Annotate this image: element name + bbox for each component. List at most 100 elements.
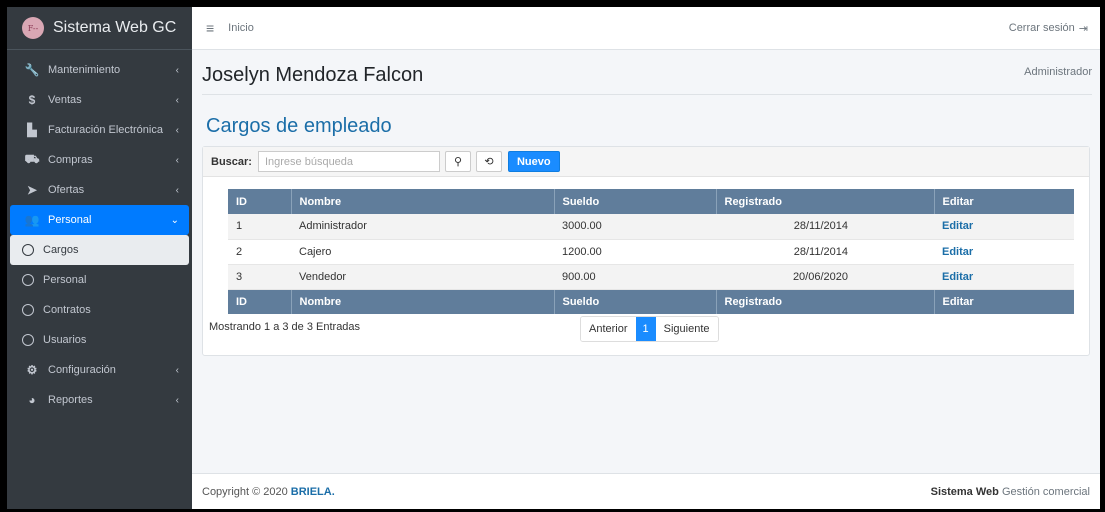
cell-registrado: 20/06/2020 xyxy=(716,264,934,290)
brand[interactable]: F-- Sistema Web GC xyxy=(7,7,192,50)
cell-nombre: Cajero xyxy=(291,239,554,265)
hamburger-menu-icon[interactable]: ≡ xyxy=(206,20,214,36)
sign-out-icon: ⇥ xyxy=(1078,22,1088,35)
cell-editar: Editar xyxy=(934,264,1074,290)
cell-editar: Editar xyxy=(934,239,1074,265)
footer-brand-link[interactable]: BRIELA. xyxy=(291,486,335,498)
chevron-left-icon: ‹ xyxy=(175,394,179,406)
sidebar-nav: 🔧 Mantenimiento ‹ $ Ventas ‹ ▙ Facturaci… xyxy=(7,50,192,415)
sidebar-subitem-usuarios[interactable]: Usuarios xyxy=(10,325,189,355)
sidebar-item-label: Reportes xyxy=(48,394,93,406)
column-footer-id: ID xyxy=(228,289,292,314)
sidebar-item-mantenimiento[interactable]: 🔧 Mantenimiento ‹ xyxy=(10,55,189,85)
sidebar-item-reportes[interactable]: ◕ Reportes ‹ xyxy=(10,385,189,415)
chevron-left-icon: ‹ xyxy=(175,124,179,136)
sidebar-subitem-label: Contratos xyxy=(43,304,91,316)
table-row: 2 Cajero 1200.00 28/11/2014 Editar xyxy=(228,239,1074,265)
circle-icon xyxy=(22,274,34,286)
column-header-sueldo[interactable]: Sueldo xyxy=(554,189,717,214)
table-row: 1 Administrador 3000.00 28/11/2014 Edita… xyxy=(228,214,1074,240)
sidebar-item-ofertas[interactable]: ➤ Ofertas ‹ xyxy=(10,175,189,205)
sidebar-item-personal-group[interactable]: 👥 Personal ⌄ xyxy=(10,205,189,235)
chevron-left-icon: ‹ xyxy=(175,94,179,106)
cell-sueldo: 3000.00 xyxy=(554,214,716,240)
gear-icon: ⚙ xyxy=(26,363,38,377)
chevron-down-icon: ⌄ xyxy=(170,214,179,226)
sidebar-subitem-cargos[interactable]: Cargos xyxy=(10,235,189,265)
pagination: Anterior 1 Siguiente xyxy=(580,316,719,342)
footer-copyright: Copyright © 2020 xyxy=(202,485,288,498)
cell-id: 3 xyxy=(228,264,291,290)
pie-chart-icon: ◕ xyxy=(28,393,36,407)
invoice-icon: ▙ xyxy=(27,123,37,137)
cell-sueldo: 1200.00 xyxy=(554,239,716,265)
sidebar-item-label: Compras xyxy=(48,154,93,166)
sidebar-item-label: Facturación Electrónica xyxy=(48,124,163,136)
cart-icon: ⛟ xyxy=(24,152,40,166)
cell-registrado: 28/11/2014 xyxy=(716,214,934,240)
column-header-editar[interactable]: Editar xyxy=(934,189,1074,214)
sidebar-item-label: Configuración xyxy=(48,364,116,376)
edit-link[interactable]: Editar xyxy=(942,220,973,232)
new-button[interactable]: Nuevo xyxy=(507,151,560,172)
dollar-icon: $ xyxy=(28,93,36,107)
brand-title: Sistema Web GC xyxy=(53,19,177,36)
column-header-nombre[interactable]: Nombre xyxy=(291,189,555,214)
column-header-registrado[interactable]: Registrado xyxy=(716,189,935,214)
users-icon: 👥 xyxy=(24,213,40,227)
column-footer-nombre: Nombre xyxy=(291,289,555,314)
sidebar-item-label: Ofertas xyxy=(48,184,85,196)
cell-id: 2 xyxy=(228,239,291,265)
sidebar-item-ventas[interactable]: $ Ventas ‹ xyxy=(10,85,189,115)
logout-label: Cerrar sesión xyxy=(1008,22,1075,34)
sidebar-item-label: Personal xyxy=(48,214,92,226)
column-footer-editar: Editar xyxy=(934,289,1074,314)
table-header-row: ID Nombre Sueldo Registrado Editar xyxy=(228,189,1074,214)
cell-id: 1 xyxy=(228,214,291,240)
sidebar-subitem-label: Usuarios xyxy=(43,334,87,346)
edit-link[interactable]: Editar xyxy=(942,271,973,283)
cell-editar: Editar xyxy=(934,214,1074,240)
logout-link[interactable]: Cerrar sesión ⇥ xyxy=(1009,22,1088,35)
content-header: Joselyn Mendoza Falcon Administrador xyxy=(192,50,1100,95)
sidebar-subitem-contratos[interactable]: Contratos xyxy=(10,295,189,325)
topbar: ≡ Inicio Cerrar sesión ⇥ xyxy=(192,7,1100,50)
chevron-left-icon: ‹ xyxy=(175,364,179,376)
main-area: ≡ Inicio Cerrar sesión ⇥ Joselyn Mendoza… xyxy=(192,7,1100,509)
column-footer-registrado: Registrado xyxy=(716,289,935,314)
circle-icon xyxy=(22,334,34,346)
circle-icon xyxy=(22,304,34,316)
footer-app-desc: Gestión comercial xyxy=(1001,485,1090,498)
home-link[interactable]: Inicio xyxy=(228,22,254,34)
search-button[interactable]: ⚲ xyxy=(444,151,471,172)
search-input[interactable] xyxy=(257,151,440,172)
sidebar-item-label: Mantenimiento xyxy=(48,64,121,76)
pagination-page-current[interactable]: 1 xyxy=(635,317,656,341)
sidebar-item-compras[interactable]: ⛟ Compras ‹ xyxy=(10,145,189,175)
search-icon: ⚲ xyxy=(453,156,462,168)
tags-icon: ➤ xyxy=(26,183,38,197)
sidebar-subitem-label: Cargos xyxy=(43,244,79,256)
header-divider xyxy=(202,94,1092,95)
pagination-prev[interactable]: Anterior xyxy=(581,317,636,341)
search-toolbar: Buscar: ⚲ ⟲ Nuevo xyxy=(203,147,1089,177)
sidebar-subitem-personal[interactable]: Personal xyxy=(10,265,189,295)
footer: Copyright © 2020 BRIELA. Sistema Web Ges… xyxy=(192,473,1100,509)
circle-icon xyxy=(22,244,34,256)
edit-link[interactable]: Editar xyxy=(942,246,973,258)
table-footer-row: ID Nombre Sueldo Registrado Editar xyxy=(228,289,1074,314)
cell-sueldo: 900.00 xyxy=(554,264,716,290)
cargos-table: ID Nombre Sueldo Registrado Editar 1 Adm… xyxy=(228,189,1074,314)
cell-nombre: Vendedor xyxy=(291,264,554,290)
sidebar: F-- Sistema Web GC 🔧 Mantenimiento ‹ $ V… xyxy=(7,7,192,509)
column-header-id[interactable]: ID xyxy=(228,189,292,214)
sidebar-item-configuracion[interactable]: ⚙ Configuración ‹ xyxy=(10,355,189,385)
sidebar-subitem-label: Personal xyxy=(43,274,87,286)
refresh-button[interactable]: ⟲ xyxy=(475,151,502,172)
chevron-left-icon: ‹ xyxy=(175,64,179,76)
cell-nombre: Administrador xyxy=(291,214,554,240)
refresh-icon: ⟲ xyxy=(484,156,494,168)
pagination-next[interactable]: Siguiente xyxy=(655,317,718,341)
sidebar-item-facturacion[interactable]: ▙ Facturación Electrónica ‹ xyxy=(10,115,189,145)
footer-app-name: Sistema Web xyxy=(930,485,999,498)
